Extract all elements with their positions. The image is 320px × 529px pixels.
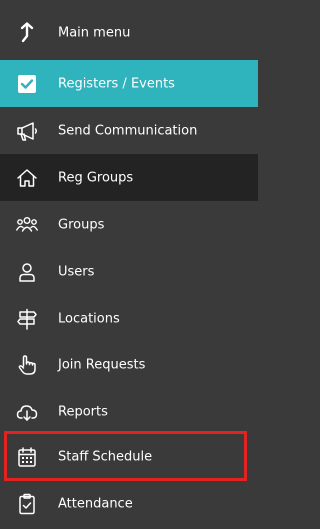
menu-item-staff-schedule[interactable]: Staff Schedule [0,433,258,480]
sidebar-menu: Main menu Registers / Events Send Commun… [0,0,258,529]
menu-item-label: Staff Schedule [58,449,153,464]
menu-item-label: Reg Groups [58,170,134,185]
clipboard-check-icon [16,493,38,515]
menu-item-locations[interactable]: Locations [0,295,258,342]
cloud-download-icon [16,401,38,423]
menu-item-reports[interactable]: Reports [0,388,258,435]
menu-item-join-requests[interactable]: Join Requests [0,341,258,388]
signpost-icon [16,308,38,330]
menu-item-label: Users [58,264,95,279]
menu-item-label: Reports [58,404,108,419]
home-icon [16,167,38,189]
menu-item-registers-events[interactable]: Registers / Events [0,60,258,107]
menu-item-label: Registers / Events [58,76,175,91]
menu-item-main-menu[interactable]: Main menu [0,9,258,56]
menu-item-send-communication[interactable]: Send Communication [0,107,258,154]
menu-item-label: Main menu [58,25,131,40]
megaphone-icon [16,120,38,142]
pointing-hand-icon [16,354,38,376]
menu-item-groups[interactable]: Groups [0,201,258,248]
menu-item-label: Send Communication [58,123,198,138]
up-arrow-icon [16,21,38,44]
menu-item-attendance[interactable]: Attendance [0,480,258,527]
calendar-icon [16,446,38,468]
people-group-icon [16,214,38,236]
user-icon [16,261,38,283]
menu-item-label: Attendance [58,496,133,511]
menu-item-reg-groups[interactable]: Reg Groups [0,154,258,201]
menu-item-label: Join Requests [58,357,146,372]
menu-item-label: Groups [58,217,105,232]
menu-item-users[interactable]: Users [0,248,258,295]
menu-item-label: Locations [58,311,120,326]
checkbox-icon [16,73,38,95]
